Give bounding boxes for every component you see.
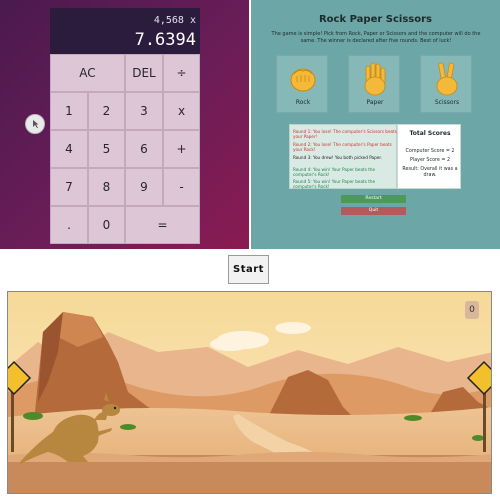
current-operand: 7.6394 [134, 30, 196, 50]
scissors-choice-button[interactable]: Scissors [420, 55, 472, 113]
all-clear-button[interactable]: AC [50, 54, 125, 92]
digit-3-button[interactable]: 3 [125, 92, 163, 130]
calculator-panel: 4,568 x 7.6394 AC DEL ÷ 1 2 3 x 4 5 6 + … [0, 0, 249, 249]
digit-2-button[interactable]: 2 [88, 92, 125, 130]
score-counter: 0 [465, 301, 479, 319]
choice-label: Paper [366, 99, 384, 106]
digit-5-button[interactable]: 5 [88, 130, 125, 168]
game-canvas[interactable]: 0 [7, 291, 492, 494]
quit-button[interactable]: Quit [341, 207, 406, 215]
choice-label: Rock [295, 99, 311, 106]
open-hand-icon [364, 62, 386, 96]
digit-6-button[interactable]: 6 [125, 130, 163, 168]
score-title: Total Scores [409, 130, 451, 137]
add-button[interactable]: + [163, 130, 200, 168]
nav-arrow-button[interactable] [25, 114, 45, 134]
log-round-5: Round 5: You win! Your Paper beats the c… [293, 179, 376, 189]
fist-icon [290, 68, 316, 92]
score-summary: Total Scores Computer Score = 2 Player S… [397, 124, 461, 189]
start-button[interactable]: Start [228, 255, 269, 284]
player-score: Player Score = 2 [409, 158, 450, 163]
pointer-icon [33, 120, 39, 128]
page-title: Rock Paper Scissors [318, 14, 432, 25]
rock-paper-scissors-panel: Rock Paper Scissors The game is simple! … [251, 0, 500, 249]
log-round-4: Round 4: You win! Your Paper beats the c… [293, 167, 376, 177]
game-description: The game is simple! Pick from Rock, Pape… [271, 31, 481, 44]
multiply-button[interactable]: x [163, 92, 200, 130]
digit-1-button[interactable]: 1 [50, 92, 88, 130]
result-text: Result: Overall it was a draw. [402, 167, 458, 178]
calculator: 4,568 x 7.6394 AC DEL ÷ 1 2 3 x 4 5 6 + … [50, 8, 200, 244]
digit-9-button[interactable]: 9 [125, 168, 163, 206]
choice-label: Scissors [434, 99, 460, 106]
computer-score: Computer Score = 2 [405, 149, 455, 154]
paper-choice-button[interactable]: Paper [348, 55, 400, 113]
rock-choice-button[interactable]: Rock [276, 55, 328, 113]
victory-hand-icon [436, 62, 458, 96]
divide-button[interactable]: ÷ [163, 54, 200, 92]
restart-button[interactable]: Restart [341, 195, 406, 203]
digit-7-button[interactable]: 7 [50, 168, 88, 206]
delete-button[interactable]: DEL [125, 54, 163, 92]
previous-operand: 4,568 x [153, 15, 196, 26]
digit-0-button[interactable]: 0 [88, 206, 125, 244]
log-round-3: Round 3: You drew! You both picked Paper… [293, 155, 382, 160]
equals-button[interactable]: = [125, 206, 200, 244]
calculator-display: 4,568 x 7.6394 [50, 8, 200, 54]
decimal-button[interactable]: . [50, 206, 88, 244]
desert-scene [8, 292, 491, 493]
log-round-1: Round 1: You lose! The computer's Scisso… [293, 129, 397, 139]
digit-8-button[interactable]: 8 [88, 168, 125, 206]
digit-4-button[interactable]: 4 [50, 130, 88, 168]
log-round-2: Round 2: You lose! The computer's Paper … [293, 142, 392, 152]
round-log: Round 1: You lose! The computer's Scisso… [289, 124, 397, 189]
subtract-button[interactable]: - [163, 168, 200, 206]
